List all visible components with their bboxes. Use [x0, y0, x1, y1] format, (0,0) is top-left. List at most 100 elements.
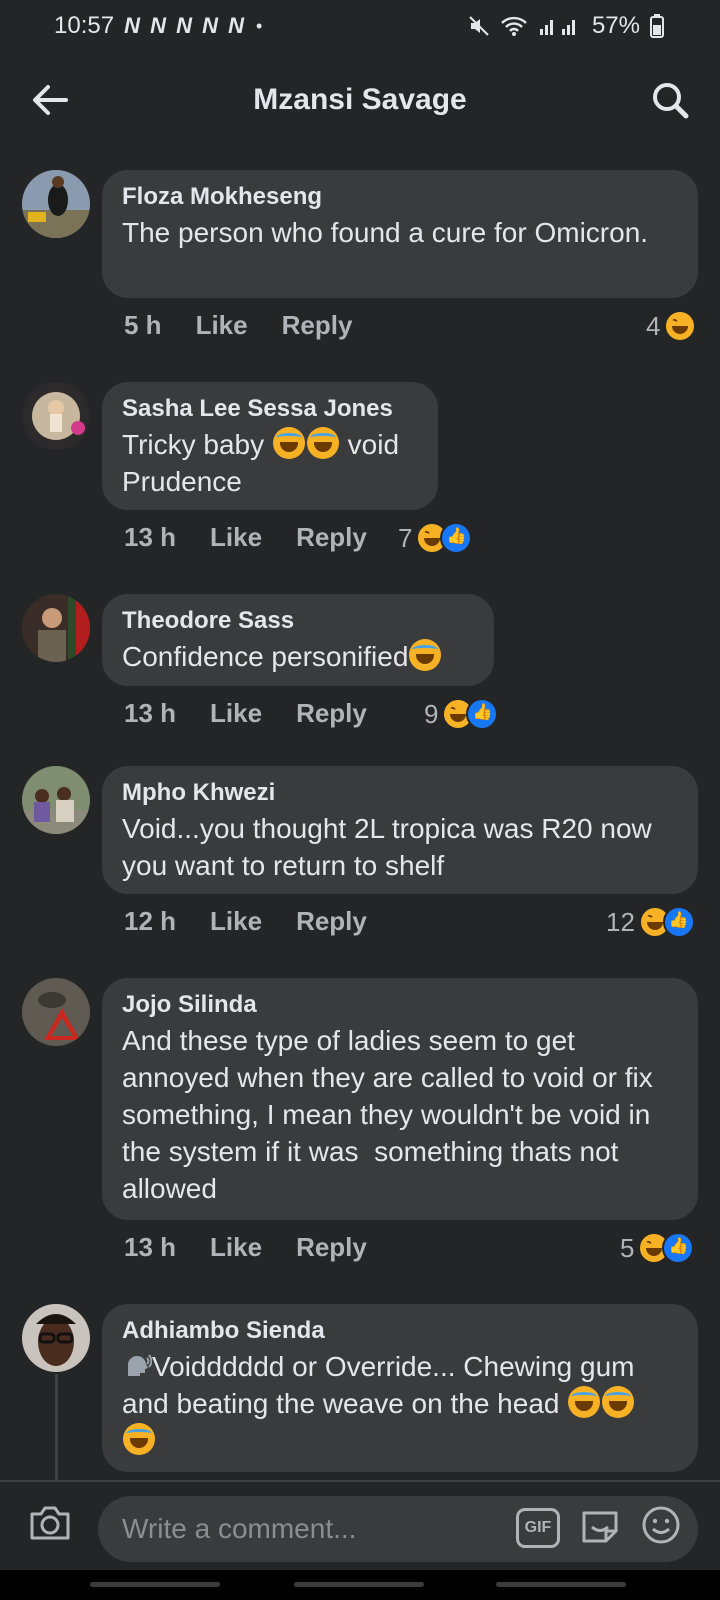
- comment-bubble[interactable]: Sasha Lee Sessa Jones Tricky baby void P…: [102, 382, 438, 510]
- like-reaction-icon: [440, 522, 473, 554]
- avatar[interactable]: [22, 766, 90, 834]
- rolling-laughing-emoji-icon: [602, 1386, 635, 1418]
- system-navigation-bar: [0, 1570, 720, 1600]
- reaction-summary[interactable]: 9: [424, 698, 499, 730]
- comment-time[interactable]: 13 h: [124, 1232, 176, 1263]
- status-bar: 10:57 N N N N N • 57%: [0, 0, 720, 52]
- like-button[interactable]: Like: [210, 522, 262, 553]
- comment-text-start: Confidence personified: [122, 641, 409, 672]
- reaction-count: 9: [424, 698, 439, 729]
- reaction-summary[interactable]: 7: [398, 522, 473, 554]
- comment-bubble[interactable]: Floza Mokheseng The person who found a c…: [102, 170, 698, 298]
- notification-icons: N N N N N: [124, 13, 246, 38]
- comment-actions: 12 h Like Reply: [124, 906, 367, 937]
- status-dot: •: [255, 15, 263, 36]
- mute-icon: [468, 15, 490, 37]
- laughing-emoji-icon: [306, 427, 339, 459]
- status-bar-right: 57%: [468, 12, 664, 40]
- rolling-laughing-emoji-icon: [568, 1386, 601, 1418]
- nav-back-indicator[interactable]: [496, 1582, 626, 1587]
- comment-text-start: Tricky baby: [122, 429, 265, 460]
- comment-author[interactable]: Jojo Silinda: [122, 990, 678, 1020]
- reply-button[interactable]: Reply: [282, 310, 353, 341]
- wifi-icon: [500, 15, 528, 37]
- signal-icon: [538, 15, 582, 37]
- reaction-count: 4: [646, 310, 661, 341]
- like-button[interactable]: Like: [196, 310, 248, 341]
- comment-author[interactable]: Sasha Lee Sessa Jones: [122, 394, 418, 424]
- comment-time[interactable]: 12 h: [124, 906, 176, 937]
- status-bar-left: 10:57 N N N N N •: [54, 12, 262, 40]
- like-reaction-icon: [662, 1232, 695, 1264]
- comment-actions: 13 h Like Reply: [124, 1232, 367, 1263]
- reply-button[interactable]: Reply: [296, 698, 367, 729]
- reaction-summary[interactable]: 5: [620, 1232, 695, 1264]
- composer-actions: GIF: [516, 1504, 682, 1551]
- nav-recent-indicator[interactable]: [90, 1582, 220, 1587]
- speaking-head-emoji-icon: [122, 1350, 153, 1380]
- comment-bubble[interactable]: Adhiambo Sienda Voidddddd or Override...…: [102, 1304, 698, 1472]
- nav-home-indicator[interactable]: [294, 1582, 424, 1587]
- comment-time[interactable]: 13 h: [124, 698, 176, 729]
- comment-text-line1: Voidddddd or Override... Chewing gum: [152, 1351, 635, 1382]
- comment-text: And these type of ladies seem to get ann…: [122, 1025, 661, 1204]
- reaction-summary[interactable]: 12: [606, 906, 695, 938]
- laughing-emoji-icon: [409, 639, 442, 671]
- comment-author[interactable]: Mpho Khwezi: [122, 778, 678, 808]
- gif-button[interactable]: GIF: [516, 1507, 560, 1548]
- comment-author[interactable]: Theodore Sass: [122, 606, 474, 636]
- comment-bubble[interactable]: Mpho Khwezi Void...you thought 2L tropic…: [102, 766, 698, 894]
- reply-button[interactable]: Reply: [296, 522, 367, 553]
- back-button[interactable]: [28, 78, 72, 122]
- camera-icon: [30, 1506, 70, 1540]
- comment-composer: GIF: [0, 1480, 720, 1570]
- reaction-summary[interactable]: 4: [646, 310, 697, 342]
- battery-icon: [650, 14, 664, 38]
- comment-bubble[interactable]: Jojo Silinda And these type of ladies se…: [102, 978, 698, 1220]
- status-time: 10:57: [54, 12, 115, 39]
- back-arrow-icon: [33, 85, 68, 115]
- reaction-count: 12: [606, 906, 635, 937]
- emoji-icon[interactable]: [640, 1504, 682, 1551]
- comment-text-line2: and beating the weave on the head: [122, 1388, 560, 1419]
- comment-input-box[interactable]: GIF: [98, 1496, 698, 1562]
- search-icon: [653, 83, 689, 119]
- comment-bubble[interactable]: Theodore Sass Confidence personified: [102, 594, 494, 686]
- comment-actions: 5 h Like Reply: [124, 310, 352, 341]
- avatar[interactable]: [22, 594, 90, 662]
- like-button[interactable]: Like: [210, 906, 262, 937]
- like-button[interactable]: Like: [210, 1232, 262, 1263]
- laughing-emoji-icon: [123, 1423, 155, 1455]
- thread-line: [55, 1374, 58, 1480]
- camera-button[interactable]: [24, 1496, 76, 1548]
- comment-actions: 13 h Like Reply: [124, 698, 367, 729]
- page-title: Mzansi Savage: [253, 83, 467, 116]
- search-button[interactable]: [648, 78, 692, 122]
- page-header: Mzansi Savage: [0, 52, 720, 148]
- avatar[interactable]: [22, 978, 90, 1046]
- comment-input[interactable]: [120, 1512, 484, 1546]
- like-reaction-icon: [662, 906, 695, 938]
- like-button[interactable]: Like: [210, 698, 262, 729]
- reply-button[interactable]: Reply: [296, 1232, 367, 1263]
- reply-button[interactable]: Reply: [296, 906, 367, 937]
- reaction-count: 7: [398, 522, 413, 553]
- sticker-icon[interactable]: [578, 1505, 622, 1550]
- avatar[interactable]: [22, 1304, 90, 1372]
- comment-text: Tricky baby void Prudence: [122, 426, 418, 500]
- comment-author[interactable]: Floza Mokheseng: [122, 182, 678, 212]
- comment-text: Voidddddd or Override... Chewing gum and…: [122, 1348, 678, 1459]
- avatar[interactable]: [22, 170, 90, 238]
- battery-percent: 57%: [591, 12, 640, 39]
- comment-actions: 13 h Like Reply: [124, 522, 367, 553]
- comment-text: The person who found a cure for Omicron.: [122, 217, 649, 248]
- comment-text: Confidence personified: [122, 638, 474, 675]
- comment-time[interactable]: 5 h: [124, 310, 162, 341]
- reaction-count: 5: [620, 1232, 635, 1263]
- avatar[interactable]: [22, 382, 90, 450]
- haha-reaction-icon: [664, 310, 697, 342]
- comment-author[interactable]: Adhiambo Sienda: [122, 1316, 678, 1346]
- comment-time[interactable]: 13 h: [124, 522, 176, 553]
- comment-text: Void...you thought 2L tropica was R20 no…: [122, 813, 652, 881]
- laughing-emoji-icon: [272, 427, 305, 459]
